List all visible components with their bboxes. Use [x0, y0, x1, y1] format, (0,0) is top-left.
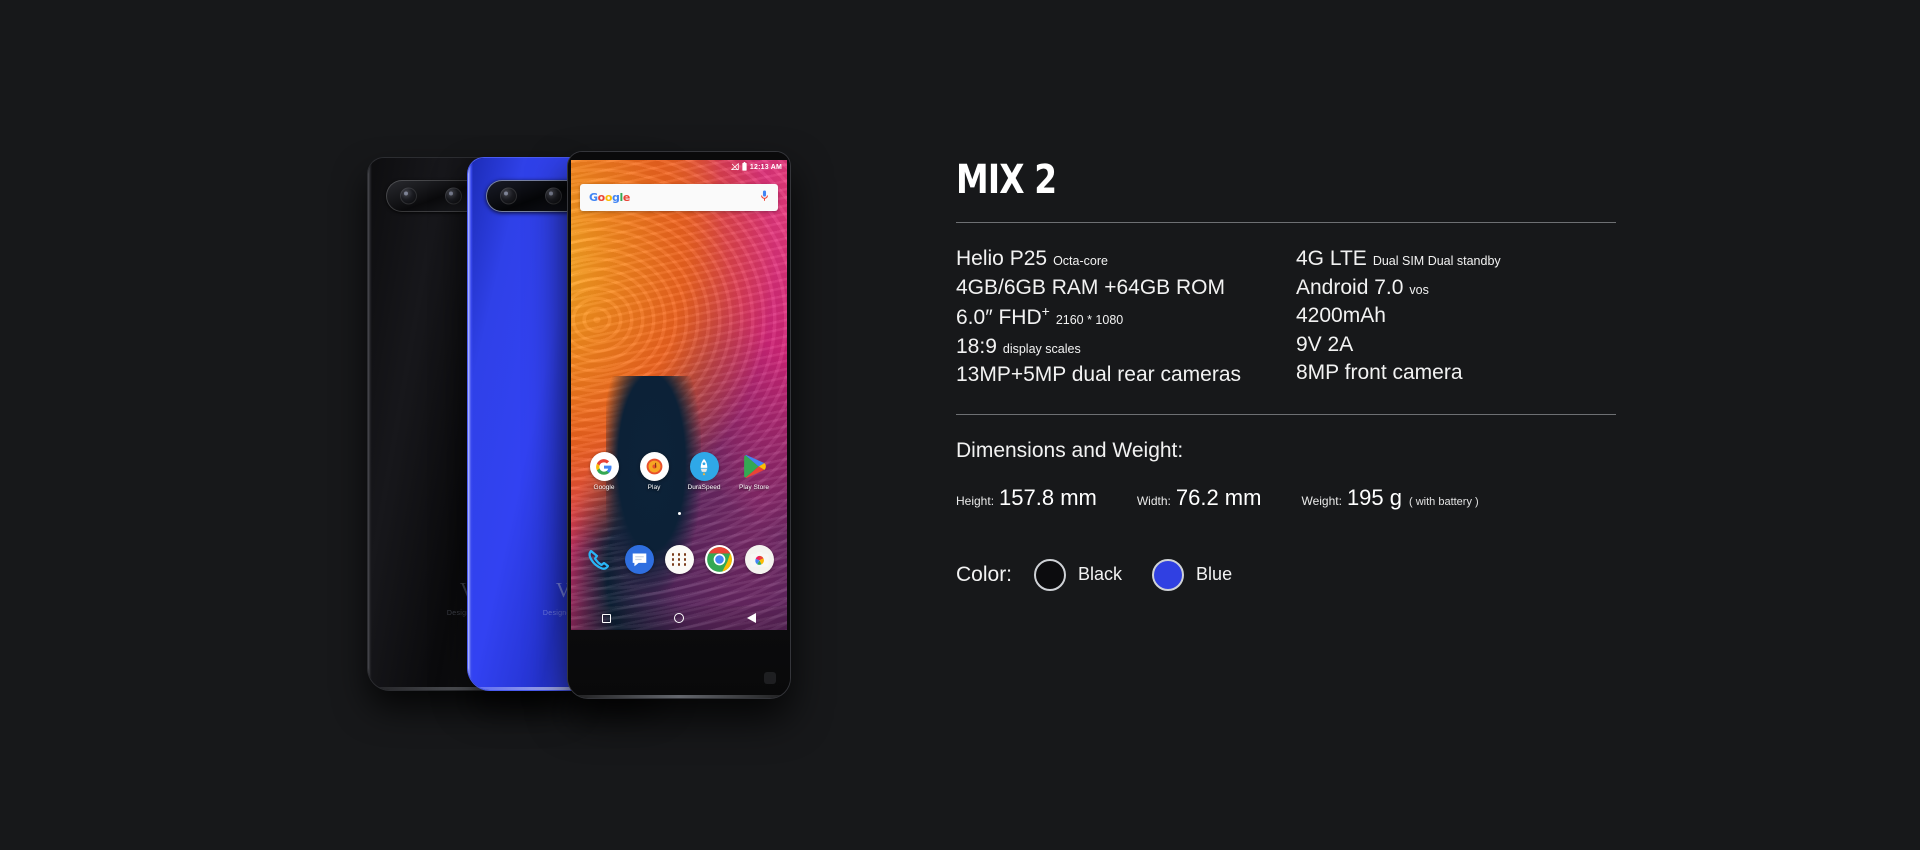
divider-top: [956, 222, 1616, 223]
google-logo: Google: [589, 191, 630, 204]
app-duraspeed[interactable]: DuraSpeed: [683, 452, 725, 491]
spec-column-right: 4G LTE Dual SIM Dual standby Android 7.0 v…: [1286, 245, 1616, 390]
status-bar: 12:13 AM: [571, 160, 787, 175]
dimension-value: 195 g: [1346, 484, 1402, 510]
bottom-chin: [568, 630, 790, 698]
dock-app-drawer[interactable]: [659, 545, 699, 574]
spec-item-display: 6.0″ FHD+2160 * 1080: [956, 303, 1124, 330]
color-label: Color:: [956, 562, 1013, 586]
status-time: 12:13 AM: [749, 164, 782, 171]
app-label: Play Store: [739, 484, 769, 491]
color-option-blue[interactable]: Blue: [1152, 558, 1233, 591]
spec-item-chipset: Helio P25 Octa-core: [956, 247, 1108, 270]
color-selector: Color: Black Blue: [956, 558, 1616, 591]
color-swatch-black[interactable]: [1034, 558, 1067, 591]
camera-lens-secondary-icon: [545, 187, 562, 205]
duraspeed-icon: [689, 452, 719, 481]
dimensions-row: Height: 157.8 mm Width: 76.2 mm Weight: …: [956, 485, 1616, 511]
spec-item-charging: 9V 2A: [1296, 332, 1354, 356]
app-row: Google Play DuraSpeed Play Store: [571, 452, 787, 491]
google-icon: [589, 452, 619, 481]
dimension-key: Height:: [956, 493, 995, 508]
dimension-note: ( with battery ): [1409, 495, 1479, 508]
divider-bottom: [956, 413, 1616, 415]
square-icon[interactable]: [602, 613, 612, 623]
top-bezel: [568, 152, 790, 160]
dimension-height: Height: 157.8 mm: [956, 485, 1097, 511]
dock-chrome[interactable]: [699, 545, 739, 574]
dock: [571, 545, 787, 574]
spec-column-left: Helio P25 Octa-core 4GB/6GB RAM +64GB ROM…: [956, 245, 1286, 390]
microphone-icon[interactable]: [760, 189, 769, 207]
app-play[interactable]: Play: [633, 452, 675, 491]
app-label: Google: [593, 484, 615, 491]
app-play-store[interactable]: Play Store: [733, 452, 775, 491]
phone-screen: 12:13 AM Google Google Play DuraSpeed Pl…: [571, 160, 787, 630]
phone-front-display: 12:13 AM Google Google Play DuraSpeed Pl…: [568, 152, 790, 698]
phone-icon: [585, 545, 614, 574]
app-label: DuraSpeed: [687, 484, 721, 491]
dimension-value: 76.2 mm: [1175, 484, 1262, 510]
dimension-width: Width: 76.2 mm: [1137, 485, 1262, 511]
signal-off-icon: [730, 162, 739, 173]
dimension-key: Width:: [1136, 493, 1171, 508]
play-store-icon: [740, 452, 769, 481]
app-drawer-icon: [664, 545, 694, 574]
color-name: Black: [1078, 564, 1123, 585]
page-title: MIX 2: [956, 157, 1057, 203]
triangle-back-icon[interactable]: [746, 613, 756, 623]
circle-icon[interactable]: [673, 613, 684, 623]
dimensions-heading: Dimensions and Weight:: [956, 438, 1184, 462]
dock-phone[interactable]: [579, 545, 619, 574]
page-indicator: [571, 512, 787, 515]
google-search-widget[interactable]: Google: [580, 184, 778, 211]
spec-item-memory: 4GB/6GB RAM +64GB ROM: [956, 275, 1226, 299]
camera-lens-main-icon: [500, 187, 517, 205]
spec-item-aspect-ratio: 18:9 display scales: [956, 334, 1081, 358]
messages-icon: [624, 545, 654, 574]
chrome-icon: [704, 545, 734, 574]
play-music-icon: [639, 452, 669, 481]
dock-messages[interactable]: [619, 545, 659, 574]
spec-item-os: Android 7.0 vos: [1296, 275, 1429, 299]
dimension-value: 157.8 mm: [999, 484, 1097, 510]
spec-item-rear-camera: 13MP+5MP dual rear cameras: [956, 363, 1241, 387]
spec-item-front-camera: 8MP front camera: [1296, 361, 1463, 385]
dimension-key: Weight:: [1301, 493, 1342, 508]
dimension-weight: Weight: 195 g ( with battery ): [1301, 485, 1478, 511]
color-option-black[interactable]: Black: [1034, 558, 1123, 591]
product-image-group: V Designed by V Designed by: [300, 130, 900, 750]
product-page: V Designed by V Designed by: [0, 0, 1920, 850]
color-name: Blue: [1196, 564, 1233, 585]
app-label: Play: [647, 484, 661, 491]
camera-lens-main-icon: [400, 187, 417, 205]
camera-lens-secondary-icon: [445, 187, 462, 205]
camera-icon: [744, 545, 774, 574]
color-swatch-blue[interactable]: [1152, 558, 1185, 591]
spec-item-battery: 4200mAh: [1296, 304, 1386, 328]
spec-panel: MIX 2 Helio P25 Octa-core 4GB/6GB RAM +64…: [956, 160, 1616, 591]
spec-grid: Helio P25 Octa-core 4GB/6GB RAM +64GB ROM…: [956, 245, 1616, 390]
dock-camera[interactable]: [739, 545, 779, 574]
navigation-bar: [571, 606, 787, 630]
spec-item-network: 4G LTE Dual SIM Dual standby: [1296, 247, 1501, 270]
app-google[interactable]: Google: [583, 452, 625, 491]
battery-icon: [742, 162, 747, 173]
